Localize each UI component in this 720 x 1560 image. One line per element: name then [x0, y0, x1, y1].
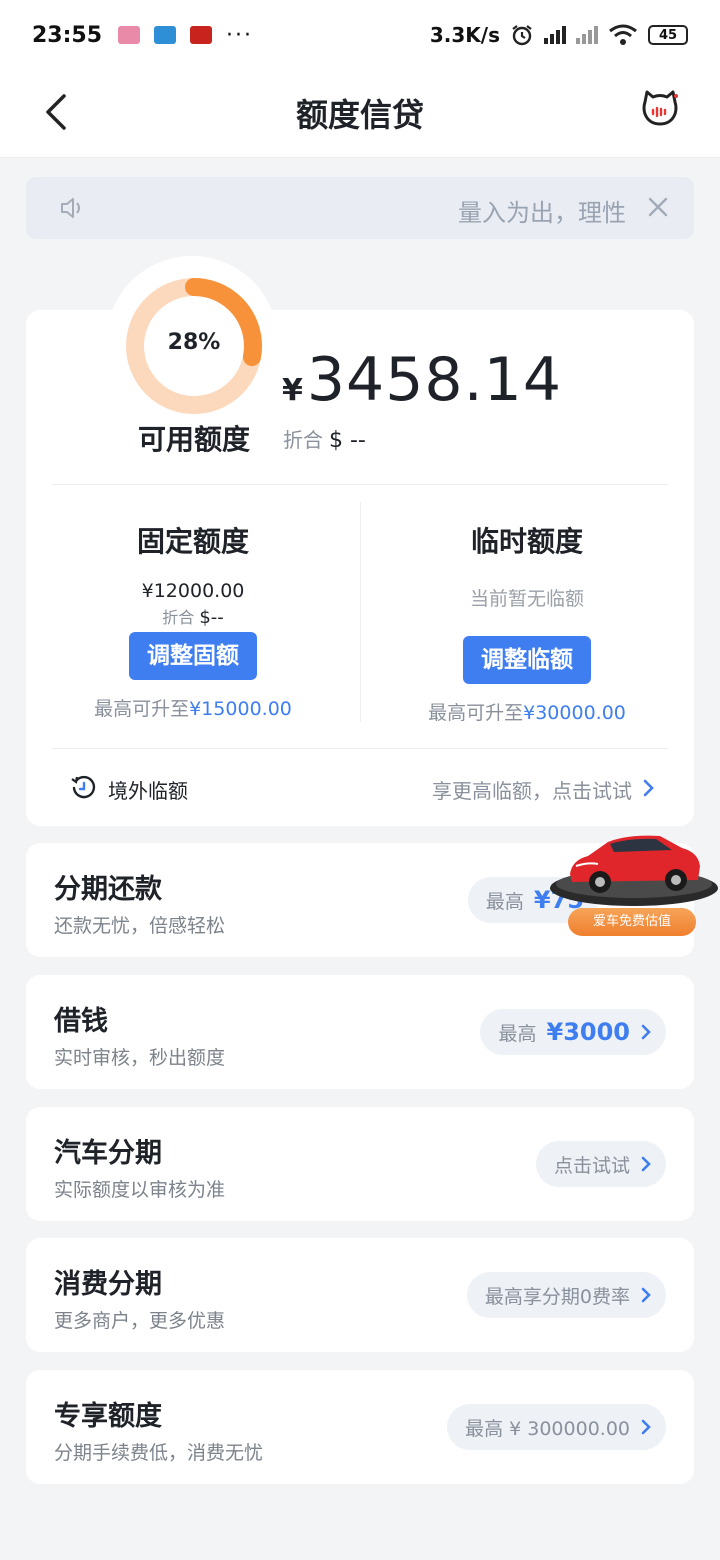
usd-label: 折合: [162, 608, 195, 627]
app-notification-icon: [118, 26, 141, 44]
service-pill[interactable]: 最高 ¥3000: [480, 1009, 666, 1055]
pill-value: ¥3000: [546, 1018, 631, 1046]
customer-service-icon[interactable]: [640, 88, 680, 128]
max-prefix: 最高可升至: [428, 702, 524, 724]
pill-prefix: 最高: [498, 1022, 537, 1045]
notification-icons: [118, 26, 213, 44]
service-title: 消费分期: [54, 1269, 162, 1300]
temp-quota-section: 临时额度 当前暂无临额 调整临额 最高可升至¥30000.00: [374, 520, 680, 725]
overseas-label: 境外临额: [108, 779, 188, 803]
available-amount: ¥ 3458.14: [282, 345, 562, 415]
car-valuation-ad[interactable]: 爱车免费估值: [548, 826, 720, 938]
usd-label: 折合: [283, 428, 323, 452]
divider: [52, 484, 668, 485]
service-card-consumer-installment[interactable]: 消费分期 更多商户，更多优惠 最高享分期0费率: [26, 1238, 694, 1352]
pill-value: 点击试试: [553, 1154, 630, 1177]
overseas-clock-icon: [71, 775, 96, 799]
chevron-right-icon: [641, 1156, 651, 1172]
car-icon: [550, 835, 718, 906]
divider: [52, 748, 668, 749]
app-notification-icon: [190, 26, 213, 44]
max-value: ¥15000.00: [189, 698, 292, 720]
chevron-right-icon: [641, 1024, 651, 1040]
fixed-quota-usd: 折合 $--: [40, 604, 346, 628]
adjust-temp-quota-button[interactable]: 调整临额: [463, 636, 591, 684]
alarm-icon: [512, 25, 532, 46]
temp-quota-title: 临时额度: [470, 525, 583, 558]
service-pill[interactable]: 最高享分期0费率: [466, 1272, 666, 1318]
service-card-borrow[interactable]: 借钱 实时审核，秒出额度 最高 ¥3000: [26, 975, 694, 1089]
speaker-icon: [61, 198, 80, 218]
available-amount-value: 3458.14: [306, 345, 562, 415]
service-title: 借钱: [54, 1006, 108, 1037]
temp-quota-max: 最高可升至¥30000.00: [374, 698, 680, 725]
close-icon[interactable]: [646, 195, 670, 219]
max-prefix: 最高可升至: [94, 698, 190, 720]
usd-equivalent: 折合 $ --: [283, 424, 366, 453]
service-pill[interactable]: 点击试试: [535, 1141, 666, 1187]
nav-bar: 额度信贷: [0, 70, 720, 158]
temp-quota-value: 当前暂无临额: [469, 588, 584, 610]
available-label: 可用额度: [137, 423, 250, 456]
overseas-link-text: 享更高临额，点击试试: [432, 779, 632, 803]
usd-value: $--: [199, 607, 224, 628]
adjust-fixed-quota-button[interactable]: 调整固额: [129, 632, 257, 680]
page-title: 额度信贷: [295, 96, 424, 134]
more-notifications-icon: ···: [226, 22, 254, 48]
usd-value: $ --: [329, 428, 366, 453]
fixed-quota-section: 固定额度 ¥12000.00 折合 $-- 调整固额 最高可升至¥15000.0…: [40, 520, 346, 721]
chevron-right-icon: [641, 1419, 651, 1435]
chevron-right-icon: [641, 1287, 651, 1303]
network-speed: 3.3K/s: [429, 23, 500, 47]
service-pill[interactable]: 最高 ¥ 300000.00: [447, 1404, 666, 1450]
car-ad-label: 爱车免费估值: [568, 908, 696, 936]
service-card-car-loan[interactable]: 汽车分期 实际额度以审核为准 点击试试: [26, 1107, 694, 1221]
fixed-quota-value: ¥12000.00: [141, 580, 245, 602]
service-subtitle: 分期手续费低，消费无忧: [54, 1442, 264, 1464]
service-title: 分期还款: [54, 874, 162, 905]
notice-banner: 量入为出，理性: [26, 177, 694, 239]
max-value: ¥30000.00: [523, 702, 626, 724]
fixed-quota-title: 固定额度: [136, 525, 249, 558]
service-title: 专享额度: [54, 1401, 162, 1432]
usage-percent: 28%: [167, 330, 221, 355]
app-notification-icon: [154, 26, 177, 44]
battery-icon: 45: [648, 25, 688, 45]
pill-prefix: 最高: [485, 890, 524, 913]
wifi-icon: [609, 24, 637, 45]
chevron-right-icon: [643, 779, 654, 797]
pill-value: 最高享分期0费率: [484, 1285, 630, 1308]
status-bar: 23:55 ··· 3.3K/s 45: [0, 0, 720, 70]
service-card-exclusive-quota[interactable]: 专享额度 分期手续费低，消费无忧 最高 ¥ 300000.00: [26, 1370, 694, 1484]
temp-quota-spacer: [374, 608, 680, 630]
signal-icon-2: [576, 26, 598, 44]
status-time: 23:55: [32, 22, 103, 48]
overseas-quota-row[interactable]: 境外临额 享更高临额，点击试试: [70, 772, 660, 804]
service-subtitle: 实际额度以审核为准: [54, 1179, 226, 1201]
service-subtitle: 更多商户，更多优惠: [54, 1310, 226, 1332]
signal-icon: [544, 26, 566, 44]
notice-text: 量入为出，理性: [458, 199, 626, 227]
service-title: 汽车分期: [54, 1138, 162, 1169]
pill-value: 最高 ¥ 300000.00: [465, 1417, 630, 1440]
service-subtitle: 实时审核，秒出额度: [54, 1047, 226, 1069]
service-subtitle: 还款无忧，倍感轻松: [54, 915, 226, 937]
divider: [360, 502, 361, 722]
currency-symbol: ¥: [282, 373, 303, 408]
fixed-quota-max: 最高可升至¥15000.00: [40, 694, 346, 721]
